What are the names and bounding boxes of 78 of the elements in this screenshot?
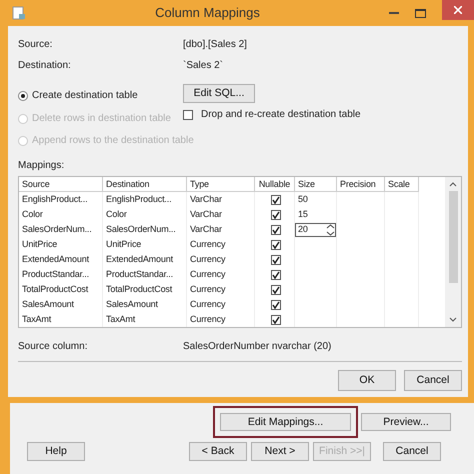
table-cell: Color bbox=[19, 207, 103, 222]
radio-label: Create destination table bbox=[32, 90, 138, 102]
table-cell: Currency bbox=[187, 282, 255, 297]
checkbox[interactable] bbox=[271, 284, 281, 294]
table-cell: 50 bbox=[295, 192, 337, 207]
window-title: Column Mappings bbox=[154, 5, 261, 21]
checkbox[interactable] bbox=[271, 224, 281, 234]
checkbox[interactable] bbox=[183, 110, 193, 120]
column-header[interactable]: Destination bbox=[103, 177, 187, 192]
wizard-button[interactable]: Preview... bbox=[361, 413, 451, 431]
table-cell: SalesAmount bbox=[103, 297, 187, 312]
close-icon bbox=[454, 6, 462, 14]
table-cell: Currency bbox=[187, 297, 255, 312]
dialog-button[interactable]: Cancel bbox=[404, 370, 462, 391]
table-cell: TotalProductCost bbox=[19, 282, 103, 297]
table-cell: EnglishProduct... bbox=[103, 192, 187, 207]
table-cell: Currency bbox=[187, 267, 255, 282]
column-header[interactable]: Type bbox=[187, 177, 255, 192]
mappings-label: Mappings: bbox=[18, 160, 66, 172]
checkbox[interactable] bbox=[271, 254, 281, 264]
nav-button[interactable]: Help bbox=[27, 442, 85, 461]
checkbox[interactable] bbox=[271, 314, 281, 324]
column-header[interactable]: Scale bbox=[385, 177, 419, 192]
table-cell: 15 bbox=[295, 207, 337, 222]
wizard-button[interactable]: Edit Mappings... bbox=[220, 413, 351, 431]
spin-icon[interactable] bbox=[326, 224, 335, 236]
table-cell: VarChar bbox=[187, 222, 255, 237]
table-cell: ProductStandar... bbox=[19, 267, 103, 282]
edit-sql-button[interactable]: Edit SQL... bbox=[183, 84, 255, 103]
table-cell: SalesOrderNum... bbox=[103, 222, 187, 237]
column-header[interactable]: Precision bbox=[337, 177, 385, 192]
nav-button[interactable]: Next > bbox=[251, 442, 309, 461]
table-cell: ExtendedAmount bbox=[103, 252, 187, 267]
column-header[interactable]: Size bbox=[295, 177, 337, 192]
table-cell: Currency bbox=[187, 312, 255, 327]
table-cell: UnitPrice bbox=[19, 237, 103, 252]
table-cell: TaxAmt bbox=[19, 312, 103, 327]
table-cell: ProductStandar... bbox=[103, 267, 187, 282]
checkbox[interactable] bbox=[271, 270, 281, 280]
field-value: [dbo].[Sales 2] bbox=[183, 38, 247, 50]
table-cell: Currency bbox=[187, 252, 255, 267]
field-label: Source: bbox=[18, 38, 54, 50]
dialog-button[interactable]: OK bbox=[338, 370, 396, 391]
scroll-down-icon[interactable] bbox=[449, 317, 457, 323]
table-cell: TotalProductCost bbox=[103, 282, 187, 297]
table-cell: EnglishProduct... bbox=[19, 192, 103, 207]
nav-button[interactable]: < Back bbox=[189, 442, 247, 461]
table-cell: Color bbox=[103, 207, 187, 222]
checkbox-label: Drop and re-create destination table bbox=[201, 109, 361, 121]
radio-label: Append rows to the destination table bbox=[32, 135, 194, 147]
table-cell: VarChar bbox=[187, 207, 255, 222]
table-cell: ExtendedAmount bbox=[19, 252, 103, 267]
close-button[interactable] bbox=[442, 0, 474, 20]
table-cell: SalesAmount bbox=[19, 297, 103, 312]
column-header[interactable]: Source bbox=[19, 177, 103, 192]
scrollbar[interactable] bbox=[445, 177, 461, 327]
source-column-value: SalesOrderNumber nvarchar (20) bbox=[183, 340, 332, 352]
table-cell: TaxAmt bbox=[103, 312, 187, 327]
checkbox[interactable] bbox=[271, 300, 281, 310]
column-header[interactable]: Nullable bbox=[255, 177, 295, 192]
window-icon bbox=[12, 6, 26, 20]
source-column-label: Source column: bbox=[18, 340, 88, 352]
checkbox[interactable] bbox=[271, 240, 281, 250]
table-cell: UnitPrice bbox=[103, 237, 187, 252]
size-spinner[interactable]: 20 bbox=[295, 222, 336, 236]
field-value: `Sales 2` bbox=[183, 60, 224, 72]
checkbox[interactable] bbox=[271, 210, 281, 220]
nav-button[interactable]: Cancel bbox=[383, 442, 441, 461]
table-cell: VarChar bbox=[187, 192, 255, 207]
scroll-up-icon[interactable] bbox=[449, 181, 457, 187]
radio-label: Delete rows in destination table bbox=[32, 113, 171, 125]
minimize-icon[interactable] bbox=[389, 11, 399, 15]
table-cell: SalesOrderNum... bbox=[19, 222, 103, 237]
field-label: Destination: bbox=[18, 60, 72, 72]
table-cell: Currency bbox=[187, 237, 255, 252]
maximize-icon[interactable] bbox=[415, 8, 426, 18]
checkbox[interactable] bbox=[271, 194, 281, 204]
radio-button[interactable] bbox=[18, 91, 28, 101]
